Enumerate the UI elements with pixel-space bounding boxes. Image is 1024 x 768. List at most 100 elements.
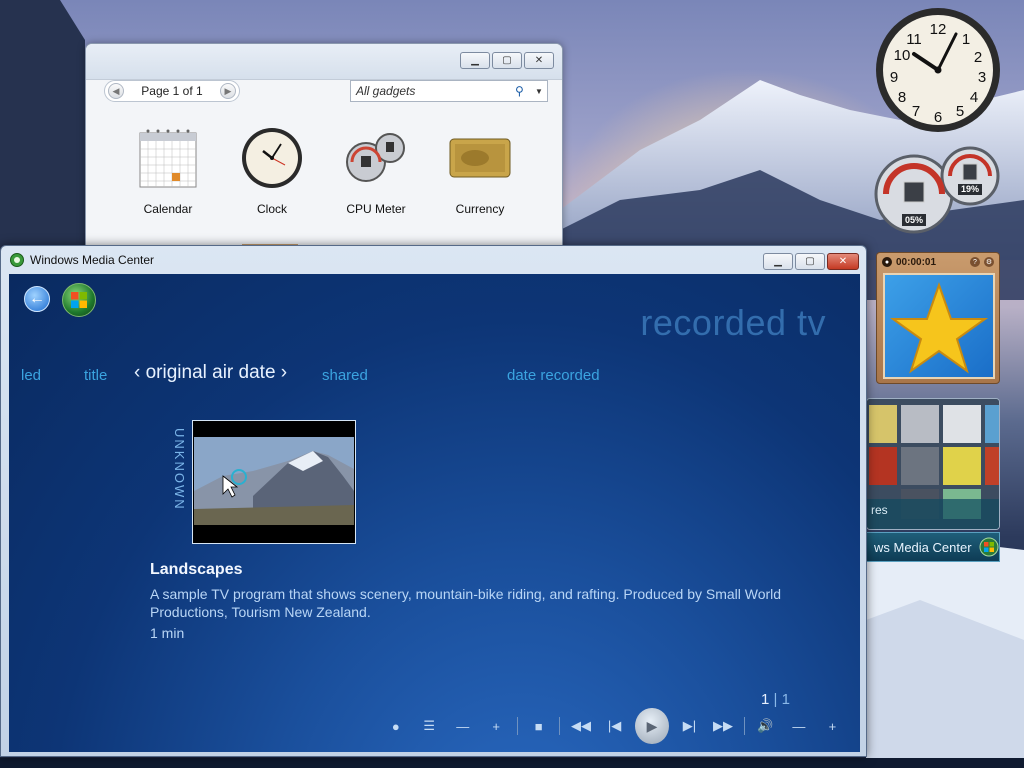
gadget-name: CPU Meter (346, 202, 406, 216)
gadget-currency[interactable]: Currency (428, 126, 532, 216)
gallery-titlebar: ▁ ▢ ✕ (86, 44, 562, 80)
back-button[interactable]: ← (24, 286, 50, 312)
gadget-clock[interactable]: Clock (220, 126, 324, 216)
maximize-button[interactable]: ▢ (795, 253, 825, 270)
back-arrow-icon: ← (29, 290, 45, 307)
page-title: recorded tv (640, 302, 826, 343)
cpu-usage-label: 05% (905, 215, 923, 225)
gadget-name: Calendar (143, 202, 193, 216)
previous-page-button[interactable]: ◀ (108, 83, 124, 99)
divider (516, 717, 518, 735)
skip-back-button[interactable]: |◀ (598, 712, 631, 740)
tab-scheduled[interactable]: led (21, 367, 41, 384)
transport-controls: ● ☰ — + ■ ◀◀ |◀ ▶ ▶| ▶▶ 🔊 — + (379, 706, 849, 746)
photo-gadget[interactable]: ● 00:00:01 ? ⚙ (876, 252, 1000, 384)
chevron-left-icon[interactable]: ‹ (134, 362, 146, 383)
rewind-button[interactable]: ◀◀ (564, 712, 597, 740)
maximize-button[interactable]: ▢ (492, 52, 522, 69)
group-label-text: UNKNOWN (172, 428, 187, 511)
svg-text:10: 10 (894, 47, 911, 64)
group-label: UNKNOWN (167, 424, 191, 514)
calendar-icon (136, 126, 200, 190)
gadget-search-input[interactable]: All gadgets ⚲ ▼ (350, 80, 548, 102)
mute-button[interactable]: 🔊 (749, 712, 782, 740)
chevron-right-icon[interactable]: › (276, 362, 287, 383)
media-center-app-icon (10, 253, 24, 267)
search-icon[interactable]: ⚲ (515, 84, 531, 98)
program-title: Landscapes (150, 561, 243, 578)
clock-icon (240, 126, 304, 190)
media-center-titlebar[interactable]: Windows Media Center ▁ ▢ ✕ (1, 246, 866, 274)
currency-icon (448, 126, 512, 190)
tab-date-recorded[interactable]: date recorded (507, 367, 600, 384)
help-icon[interactable]: ? (970, 257, 980, 267)
svg-text:9: 9 (890, 69, 898, 86)
gadget-name: Clock (256, 202, 287, 216)
window-title: Windows Media Center (30, 253, 155, 267)
gallery-toolbar: ◀ Page 1 of 1 ▶ All gadgets ⚲ ▼ (104, 80, 548, 114)
media-center-content: ← recorded tv led title ‹ original air d… (9, 274, 860, 752)
search-placeholder: All gadgets (356, 84, 416, 98)
program-details: Landscapes A sample TV program that show… (150, 561, 790, 641)
page-indicator: Page 1 of 1 (141, 84, 203, 98)
gadget-cpu-meter[interactable]: CPU Meter (324, 126, 428, 216)
partial-tile-text: res (871, 503, 888, 517)
gadget-name: Currency (455, 202, 505, 216)
tab-shared[interactable]: shared (322, 367, 368, 384)
svg-text:8: 8 (898, 89, 906, 106)
media-center-strip[interactable]: ws Media Center (866, 532, 1000, 562)
svg-text:5: 5 (956, 103, 964, 120)
start-button[interactable] (62, 283, 96, 317)
cpu-meter-icon (344, 126, 408, 190)
star-picture (883, 273, 995, 379)
record-button[interactable]: ● (379, 712, 412, 740)
program-description: A sample TV program that shows scenery, … (150, 586, 782, 620)
tab-original-air-date[interactable]: ‹ original air date › (134, 362, 287, 384)
windows-logo-icon (979, 537, 999, 557)
close-button[interactable]: ✕ (524, 52, 554, 69)
svg-text:12: 12 (930, 21, 947, 38)
tab-title[interactable]: title (84, 367, 107, 384)
recording-thumbnail (193, 421, 355, 543)
minimize-button[interactable]: ▁ (763, 253, 793, 270)
gadget-list: Calendar Clock CPU Meter Currency (116, 126, 536, 216)
channel-up-button[interactable]: + (479, 712, 512, 740)
close-button[interactable]: ✕ (827, 253, 859, 270)
volume-down-button[interactable]: — (782, 712, 815, 740)
volume-up-button[interactable]: + (816, 712, 849, 740)
tab-label: original air date (145, 362, 276, 383)
skip-forward-button[interactable]: ▶| (673, 712, 706, 740)
program-duration: 1 min (150, 625, 185, 641)
minimize-button[interactable]: ▁ (460, 52, 490, 69)
cpu-meter-gadget[interactable]: 05% 19% (874, 144, 1000, 236)
windows-logo-icon (71, 292, 87, 308)
list-button[interactable]: ☰ (412, 712, 445, 740)
next-page-button[interactable]: ▶ (219, 83, 236, 99)
fast-forward-button[interactable]: ▶▶ (706, 712, 739, 740)
svg-text:2: 2 (974, 49, 982, 66)
divider (559, 717, 561, 735)
gadget-calendar[interactable]: Calendar (116, 126, 220, 216)
photo-gadget-header: ● 00:00:01 ? ⚙ (877, 253, 999, 271)
memory-usage-label: 19% (961, 184, 979, 194)
tile-grid-preview: res (867, 399, 999, 529)
chevron-down-icon[interactable]: ▼ (531, 87, 547, 96)
settings-icon[interactable]: ⚙ (984, 257, 994, 267)
svg-text:4: 4 (970, 89, 978, 106)
svg-text:7: 7 (912, 103, 920, 120)
svg-text:6: 6 (934, 109, 942, 126)
timer-readout: 00:00:01 (896, 256, 937, 268)
page-navigator: ◀ Page 1 of 1 ▶ (104, 80, 240, 102)
media-center-gadget[interactable]: res (866, 398, 1000, 530)
recording-tile[interactable] (192, 420, 356, 544)
clock-gadget[interactable]: 12 1 2 345 678 9 10 11 (874, 6, 1002, 134)
stop-button[interactable]: ■ (522, 712, 555, 740)
play-button[interactable]: ▶ (635, 708, 669, 744)
gadget-gallery-window: ▁ ▢ ✕ ◀ Page 1 of 1 ▶ All gadgets ⚲ ▼ Ca… (85, 43, 563, 253)
sort-tabs: led title ‹ original air date › shared d… (9, 360, 860, 390)
media-center-strip-label: ws Media Center (874, 539, 972, 555)
svg-text:11: 11 (906, 31, 922, 48)
channel-down-button[interactable]: — (446, 712, 479, 740)
svg-text:1: 1 (962, 31, 970, 48)
record-icon: ● (882, 257, 892, 267)
